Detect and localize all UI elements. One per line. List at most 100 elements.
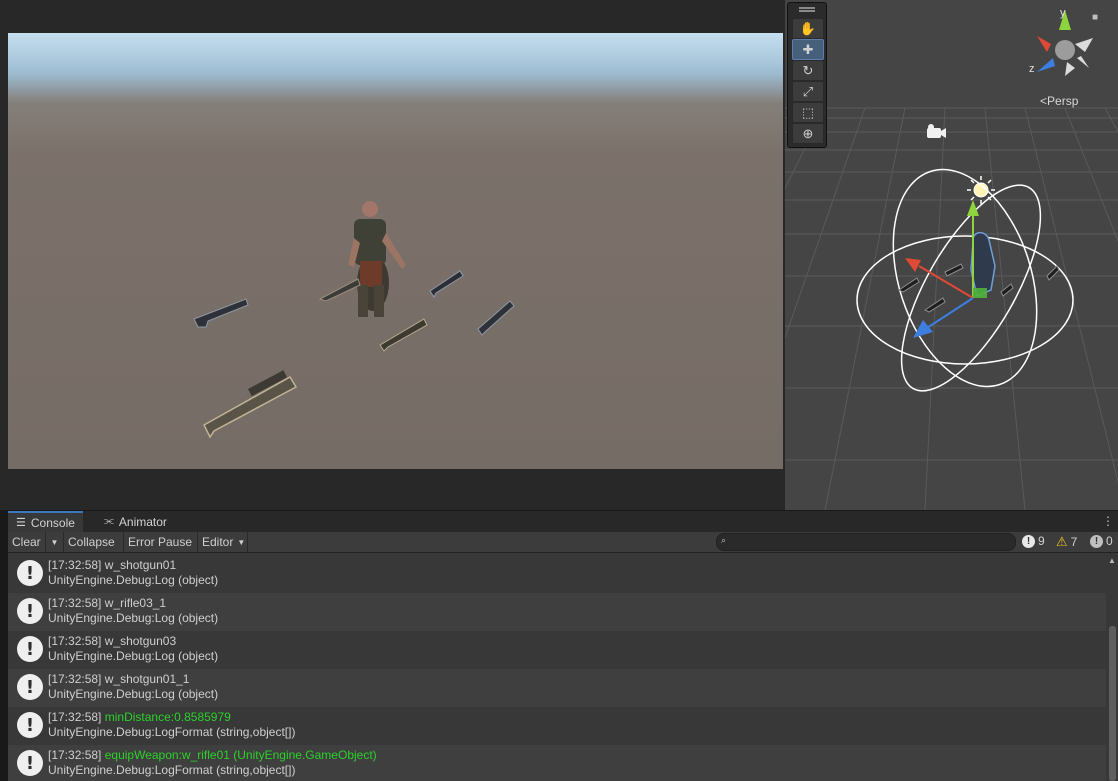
weapon-rifle03[interactable] xyxy=(318,278,361,302)
log-time: [17:32:58] xyxy=(48,558,102,572)
tab-animator-label: Animator xyxy=(118,514,167,529)
error-count-toggle[interactable]: ! 0 xyxy=(1090,534,1113,548)
clear-button[interactable]: Clear xyxy=(8,532,46,552)
rotate-tool-button[interactable]: ↻ xyxy=(792,60,824,81)
warning-count: 7 xyxy=(1070,535,1078,549)
console-tab-bar: ☰ Console ⫘ Animator ⋮ xyxy=(8,511,1118,533)
log-time: [17:32:58] xyxy=(48,672,102,686)
move-icon: ✚ xyxy=(802,41,814,57)
persp-label: Persp xyxy=(1047,94,1079,108)
rotation-gizmo[interactable] xyxy=(856,151,1074,410)
scene-weapon-1 xyxy=(898,277,920,293)
log-message: w_shotgun01 xyxy=(104,558,177,572)
search-icon: ⌕ xyxy=(721,535,727,545)
weapon-shotgun01[interactable] xyxy=(193,298,249,328)
console-log-list: ! [17:32:58] w_shotgun01 UnityEngine.Debu… xyxy=(8,555,1106,781)
lock-icon[interactable]: ■ xyxy=(1092,12,1098,23)
log-time: [17:32:58] xyxy=(48,634,102,648)
tab-animator[interactable]: ⫘ Animator xyxy=(96,511,175,532)
log-entry[interactable]: ! [17:32:58] w_rifle03_1 UnityEngine.Debu… xyxy=(8,593,1106,631)
info-log-icon: ! xyxy=(17,598,43,624)
weapon-shotgun03[interactable] xyxy=(429,270,464,298)
rect-icon: ⬚ xyxy=(801,104,815,120)
info-log-icon: ! xyxy=(17,560,43,586)
info-count-toggle[interactable]: ! 9 xyxy=(1022,534,1045,548)
scene-render: y z xyxy=(785,0,1118,510)
info-log-icon: ! xyxy=(17,712,43,738)
svg-text:y: y xyxy=(1060,7,1066,19)
game-viewport[interactable] xyxy=(8,33,783,469)
scale-icon: ⤢ xyxy=(802,83,814,99)
log-entry[interactable]: ! [17:32:58] w_shotgun03 UnityEngine.Debu… xyxy=(8,631,1106,669)
dropdown-arrow-icon: ▼ xyxy=(50,537,59,547)
log-entry[interactable]: ! [17:32:58] equipWeapon:w_rifle01 (Unit… xyxy=(8,745,1106,781)
log-source: UnityEngine.Debug:Log (object) xyxy=(48,611,219,625)
scene-tool-strip: ✋ ✚ ↻ ⤢ ⬚ ⊕ xyxy=(787,2,827,148)
scene-weapon-5 xyxy=(1046,265,1060,281)
info-log-icon: ! xyxy=(17,636,43,662)
more-options-icon[interactable]: ⋮ xyxy=(1102,514,1114,528)
info-icon: ! xyxy=(1022,534,1035,548)
weapon-shotgun01-1[interactable] xyxy=(379,318,428,352)
collapse-button[interactable]: Collapse xyxy=(64,532,124,552)
character-model[interactable] xyxy=(348,201,406,317)
clear-options-dropdown[interactable]: ▼ xyxy=(46,532,64,552)
info-count: 9 xyxy=(1038,534,1045,548)
console-search-input[interactable]: ⌕ xyxy=(716,533,1016,551)
log-source: UnityEngine.Debug:Log (object) xyxy=(48,573,219,587)
weapon-launcher[interactable] xyxy=(203,370,298,439)
log-source: UnityEngine.Debug:LogFormat (string,obje… xyxy=(48,763,296,777)
log-entry[interactable]: ! [17:32:58] w_shotgun01 UnityEngine.Debu… xyxy=(8,555,1106,593)
log-message: w_shotgun01_1 xyxy=(104,672,190,686)
scene-grid xyxy=(785,107,1118,510)
move-tool-button[interactable]: ✚ xyxy=(792,39,824,60)
clear-label: Clear xyxy=(12,535,41,549)
warning-count-toggle[interactable]: ⚠ 7 xyxy=(1056,534,1077,550)
camera-icon[interactable] xyxy=(927,124,946,138)
log-time: [17:32:58] xyxy=(48,596,102,610)
tab-console[interactable]: ☰ Console xyxy=(8,511,83,532)
scale-tool-button[interactable]: ⤢ xyxy=(792,81,824,102)
log-entry[interactable]: ! [17:32:58] minDistance:0.8585979 UnityE… xyxy=(8,707,1106,745)
transform-icon: ⊕ xyxy=(802,125,814,141)
hand-icon: ✋ xyxy=(799,20,817,36)
rotate-icon: ↻ xyxy=(802,62,814,78)
dropdown-arrow-icon: ▼ xyxy=(237,537,246,547)
warning-icon: ⚠ xyxy=(1056,534,1068,549)
log-source: UnityEngine.Debug:Log (object) xyxy=(48,649,219,663)
log-source: UnityEngine.Debug:Log (object) xyxy=(48,687,219,701)
scroll-up-icon[interactable]: ▲ xyxy=(1108,556,1116,565)
svg-text:z: z xyxy=(1029,63,1035,75)
rect-tool-button[interactable]: ⬚ xyxy=(792,102,824,123)
weapon-rifle01[interactable] xyxy=(477,300,515,336)
log-time: [17:32:58] xyxy=(48,710,102,724)
game-view-toolbar xyxy=(8,0,783,34)
transform-tool-button[interactable]: ⊕ xyxy=(792,123,824,144)
scrollbar-thumb[interactable] xyxy=(1109,626,1116,781)
error-pause-button[interactable]: Error Pause xyxy=(124,532,198,552)
log-entry[interactable]: ! [17:32:58] w_shotgun01_1 UnityEngine.De… xyxy=(8,669,1106,707)
log-message: equipWeapon:w_rifle01 (UnityEngine.GameO… xyxy=(104,748,377,762)
log-message: minDistance:0.8585979 xyxy=(104,710,231,724)
log-source: UnityEngine.Debug:LogFormat (string,obje… xyxy=(48,725,296,739)
collapse-label: Collapse xyxy=(68,535,115,549)
log-message: w_rifle03_1 xyxy=(104,596,167,610)
game-render xyxy=(193,201,515,439)
animator-icon: ⫘ xyxy=(104,515,114,527)
editor-label: Editor xyxy=(202,535,234,549)
scene-view-panel[interactable]: y z xyxy=(785,0,1118,510)
drag-handle-icon[interactable] xyxy=(799,7,815,9)
info-log-icon: ! xyxy=(17,674,43,700)
error-pause-label: Error Pause xyxy=(128,535,193,549)
error-icon: ! xyxy=(1090,534,1103,548)
character-selection-outline[interactable] xyxy=(970,231,996,298)
log-message: w_shotgun03 xyxy=(104,634,177,648)
log-time: [17:32:58] xyxy=(48,748,102,762)
game-view-footer xyxy=(8,469,783,510)
hand-tool-button[interactable]: ✋ xyxy=(792,18,824,39)
editor-dropdown[interactable]: Editor ▼ xyxy=(198,532,248,552)
persp-toggle[interactable]: <Persp xyxy=(1040,94,1078,108)
tab-console-label: Console xyxy=(30,515,75,530)
error-count: 0 xyxy=(1106,534,1113,548)
info-log-icon: ! xyxy=(17,750,43,776)
